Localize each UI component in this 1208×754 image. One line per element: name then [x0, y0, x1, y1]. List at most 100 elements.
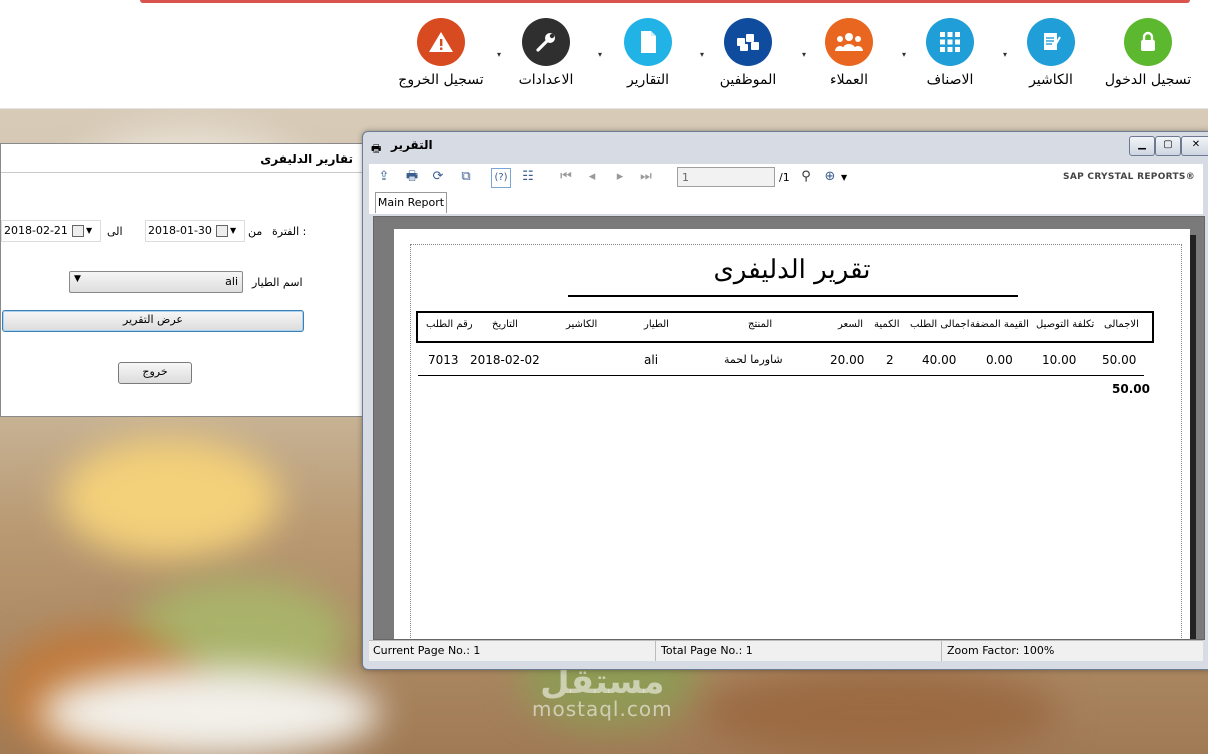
menu-employees[interactable]: الموظفين	[703, 18, 793, 88]
form-title-bar: تقارير الدليفرى	[1, 144, 363, 173]
status-divider	[655, 641, 656, 661]
calendar-icon[interactable]	[216, 225, 228, 237]
page-number-input[interactable]: 1	[677, 167, 775, 187]
col-order-total: اجمالى الطلب	[910, 319, 970, 330]
chevron-down-icon[interactable]: ▼	[841, 173, 847, 182]
col-vat: القيمة المضفة	[970, 319, 1029, 330]
col-qty: الكمية	[874, 319, 900, 330]
report-viewer-window: 🖶 التقرير ▁ ▢ ✕ ⇪ 🖶 ⟳ ⧉ (?) ☷ ⏮ ◂ ▸ ⏭ 1 …	[362, 131, 1208, 670]
status-current-page: Current Page No.: 1	[373, 644, 481, 657]
tab-main-report[interactable]: Main Report	[375, 192, 447, 213]
printer-icon: 🖶	[371, 142, 382, 155]
zoom-icon[interactable]: ⊕	[821, 168, 839, 186]
document-pen-icon	[1027, 18, 1075, 66]
menu-login[interactable]: تسجيل الدخول	[1103, 18, 1193, 88]
cell-courier: ali	[644, 353, 659, 367]
menu-settings[interactable]: الاعدادات	[501, 18, 591, 88]
refresh-icon[interactable]: ⟳	[429, 168, 447, 186]
col-cashier: الكاشير	[566, 319, 598, 330]
status-divider	[941, 641, 942, 661]
watermark-line2: mostaql.com	[532, 697, 673, 721]
menu-categories[interactable]: الاصناف	[905, 18, 995, 88]
warning-icon	[417, 18, 465, 66]
status-total-page: Total Page No.: 1	[661, 644, 753, 657]
grand-total: 50.00	[1112, 382, 1150, 396]
from-date-value: 2018-01-30	[148, 224, 212, 237]
menu-customers[interactable]: العملاء	[804, 18, 894, 88]
close-button[interactable]: ✕	[1181, 136, 1208, 156]
report-canvas[interactable]: تقرير الدليفرى الاجمالى تكلفة التوصيل ال…	[373, 216, 1205, 640]
col-courier: الطيار	[644, 319, 669, 330]
watermark-line1: مستقل	[540, 662, 665, 702]
page-margin-guide	[410, 244, 1182, 639]
row-separator	[418, 375, 1144, 376]
column-header-row: الاجمالى تكلفة التوصيل القيمة المضفة اجم…	[416, 311, 1154, 343]
first-page-icon[interactable]: ⏮	[557, 168, 575, 186]
exit-button[interactable]: خروج	[118, 362, 192, 384]
cell-total: 50.00	[1102, 353, 1137, 367]
export-icon[interactable]: ⇪	[375, 168, 393, 186]
col-order-no: رقم الطلب	[426, 319, 473, 330]
employees-icon	[724, 18, 772, 66]
col-date: التاريخ	[492, 319, 518, 330]
menu-reports-label: التقارير	[626, 72, 670, 88]
cell-product: شاورما لحمة	[724, 353, 783, 366]
courier-select[interactable]: ▼ ali	[69, 271, 243, 293]
minimize-button[interactable]: ▁	[1129, 136, 1155, 156]
users-group-icon	[825, 18, 873, 66]
cell-vat: 0.00	[986, 353, 1013, 367]
last-page-icon[interactable]: ⏭	[637, 168, 655, 186]
cell-delivery-cost: 10.00	[1042, 353, 1077, 367]
next-page-icon[interactable]: ▸	[611, 168, 629, 186]
menu-logout-label: تسجيل الخروج	[398, 72, 484, 88]
col-delivery-cost: تكلفة التوصيل	[1036, 319, 1095, 330]
col-price: السعر	[838, 319, 864, 330]
menu-employees-label: الموظفين	[719, 72, 777, 88]
chevron-down-icon[interactable]: ▾	[598, 50, 602, 59]
chevron-down-icon: ▼	[74, 274, 81, 284]
form-title: تقارير الدليفرى	[260, 152, 353, 166]
col-total: الاجمالى	[1104, 319, 1139, 330]
maximize-button[interactable]: ▢	[1155, 136, 1181, 156]
menu-reports[interactable]: التقارير	[603, 18, 693, 88]
ribbon-accent-bar	[140, 0, 1190, 3]
cell-qty: 2	[886, 353, 894, 367]
report-tabs: Main Report	[369, 190, 1203, 214]
report-heading: تقرير الدليفرى	[713, 255, 871, 285]
show-report-button[interactable]: عرض التقرير	[2, 310, 304, 332]
copy-icon[interactable]: ⧉	[457, 168, 475, 186]
print-icon[interactable]: 🖶	[403, 168, 421, 186]
period-label: الفترة :	[272, 225, 307, 238]
binoculars-icon[interactable]: ⚲	[797, 168, 815, 186]
top-ribbon-menu: تسجيل الدخول ▾ الكاشير ▾ الاصناف ▾ العمل…	[0, 0, 1208, 109]
chevron-down-icon[interactable]: ▼	[86, 221, 92, 241]
courier-label: اسم الطيار	[252, 276, 303, 289]
to-label: الى	[107, 225, 123, 238]
cell-order-no: 7013	[428, 353, 459, 367]
report-toolbar: ⇪ 🖶 ⟳ ⧉ (?) ☷ ⏮ ◂ ▸ ⏭ 1 /1 ⚲ ⊕ ▼ SAP CRY…	[369, 164, 1203, 190]
calendar-icon[interactable]	[72, 225, 84, 237]
to-date-picker[interactable]: 2018-02-21 ▼	[1, 220, 101, 242]
help-icon[interactable]: (?)	[491, 168, 511, 188]
menu-settings-label: الاعدادات	[518, 72, 574, 88]
group-tree-icon[interactable]: ☷	[519, 168, 537, 186]
cell-order-total: 40.00	[922, 353, 957, 367]
page-total: /1	[779, 171, 790, 184]
from-date-picker[interactable]: 2018-01-30 ▼	[145, 220, 245, 242]
report-page: تقرير الدليفرى الاجمالى تكلفة التوصيل ال…	[394, 229, 1190, 639]
cell-date: 2018-02-02	[470, 353, 540, 367]
grid-icon	[926, 18, 974, 66]
chevron-down-icon[interactable]: ▼	[230, 221, 236, 241]
watermark-logo: مستقل mostaql.com	[532, 665, 673, 719]
cell-price: 20.00	[830, 353, 865, 367]
previous-page-icon[interactable]: ◂	[583, 168, 601, 186]
report-icon	[624, 18, 672, 66]
sap-crystal-brand: SAP CRYSTAL REPORTS®	[1063, 172, 1195, 182]
menu-cashier[interactable]: الكاشير	[1006, 18, 1096, 88]
lock-icon	[1124, 18, 1172, 66]
status-zoom: Zoom Factor: 100%	[947, 644, 1055, 657]
report-status-bar: Current Page No.: 1 Total Page No.: 1 Zo…	[369, 640, 1203, 661]
menu-logout[interactable]: تسجيل الخروج	[396, 18, 486, 88]
menu-cashier-label: الكاشير	[1029, 72, 1073, 88]
to-date-value: 2018-02-21	[4, 224, 68, 237]
